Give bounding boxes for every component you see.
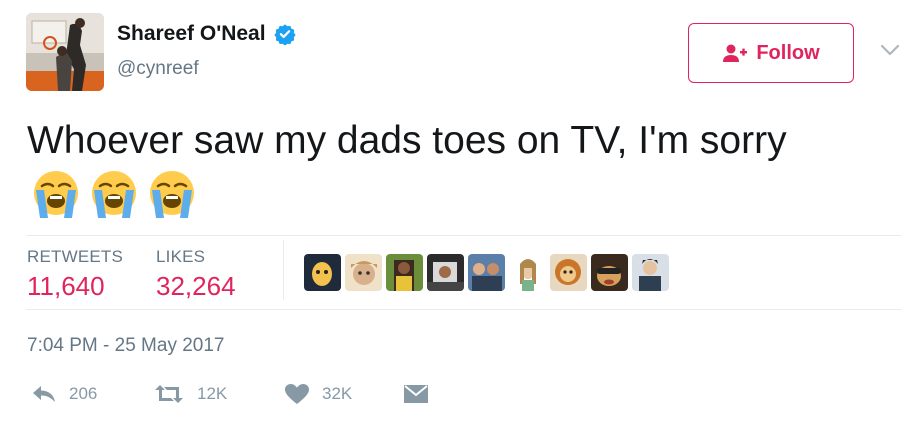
like-button[interactable]: 32K xyxy=(284,383,352,405)
retweets-value: 11,640 xyxy=(27,271,105,301)
liker-avatar[interactable] xyxy=(468,254,505,291)
liker-avatar[interactable] xyxy=(386,254,423,291)
verified-badge-icon xyxy=(273,23,296,46)
author-avatar[interactable] xyxy=(26,13,104,91)
tweet-text: Whoever saw my dads toes on TV, I'm sorr… xyxy=(27,119,787,162)
stats-top-divider xyxy=(26,235,901,236)
stats-vertical-divider xyxy=(283,240,284,300)
likes-value: 32,264 xyxy=(156,271,236,301)
likers-avatar-list xyxy=(304,254,669,291)
author-display-name[interactable]: Shareef O'Neal xyxy=(117,22,266,46)
retweets-label: RETWEETS xyxy=(27,247,124,266)
retweet-button[interactable]: 12K xyxy=(153,383,227,405)
follow-user-icon xyxy=(723,44,748,62)
stats-bottom-divider xyxy=(26,309,901,310)
loudly-crying-face-icon xyxy=(34,171,78,218)
loudly-crying-face-icon xyxy=(150,171,194,218)
retweets-stat[interactable]: RETWEETS 11,640 xyxy=(27,247,123,302)
retweet-count: 12K xyxy=(197,384,228,403)
liker-avatar[interactable] xyxy=(550,254,587,291)
tweet-timestamp[interactable]: 7:04 PM - 25 May 2017 xyxy=(27,335,225,357)
author-handle[interactable]: @cynreef xyxy=(117,58,199,80)
loudly-crying-face-icon xyxy=(92,171,136,218)
liker-avatar[interactable] xyxy=(304,254,341,291)
heart-icon xyxy=(285,384,309,404)
reply-count: 206 xyxy=(69,384,98,403)
likes-label: LIKES xyxy=(156,247,206,266)
liker-avatar[interactable] xyxy=(509,254,546,291)
reply-button[interactable]: 206 xyxy=(31,383,97,405)
liker-avatar[interactable] xyxy=(345,254,382,291)
reply-icon xyxy=(33,386,55,402)
follow-button[interactable]: Follow xyxy=(688,23,854,83)
tweet-emoji-row xyxy=(30,168,198,220)
envelope-icon xyxy=(404,385,428,403)
chevron-down-icon[interactable] xyxy=(878,42,902,58)
likes-stat[interactable]: LIKES 32,264 xyxy=(156,247,236,302)
direct-message-button[interactable] xyxy=(403,383,441,405)
retweet-icon xyxy=(155,385,183,403)
liker-avatar[interactable] xyxy=(427,254,464,291)
follow-button-label: Follow xyxy=(756,41,820,64)
liker-avatar[interactable] xyxy=(632,254,669,291)
liker-avatar[interactable] xyxy=(591,254,628,291)
like-count: 32K xyxy=(322,384,353,403)
